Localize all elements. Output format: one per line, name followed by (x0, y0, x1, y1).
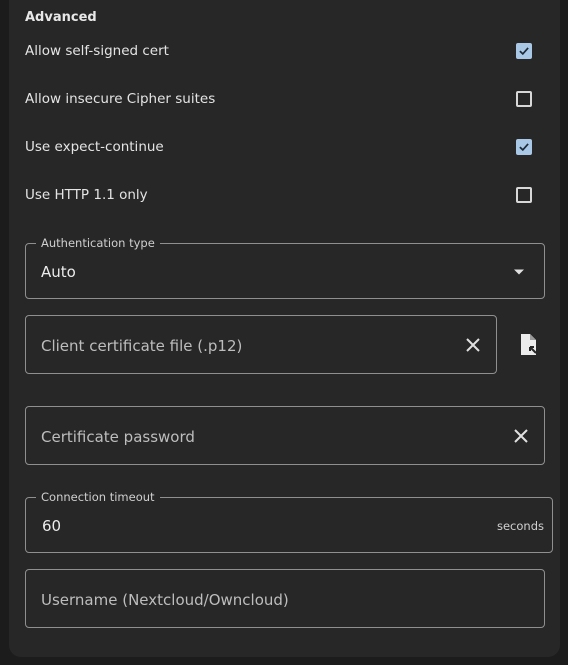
connection-timeout-value: 60 (42, 517, 62, 535)
http11-checkbox[interactable] (516, 187, 532, 203)
auth-type-dropdown[interactable]: Authentication type Auto (25, 236, 545, 299)
expect-continue-checkbox[interactable] (516, 139, 532, 155)
username-field[interactable]: Username (Nextcloud/Owncloud) (25, 569, 545, 628)
insecure-cipher-checkbox[interactable] (516, 91, 532, 107)
username-placeholder: Username (Nextcloud/Owncloud) (41, 591, 289, 609)
toggle-row-self-signed[interactable]: Allow self-signed cert (25, 33, 535, 69)
clear-cert-password-button[interactable] (509, 424, 533, 448)
toggle-row-http11[interactable]: Use HTTP 1.1 only (25, 177, 535, 213)
toggle-label: Use expect-continue (25, 139, 164, 155)
auth-type-legend: Authentication type (36, 236, 160, 250)
client-cert-placeholder: Client certificate file (.p12) (41, 337, 243, 355)
clear-client-cert-button[interactable] (461, 333, 485, 357)
toggle-row-expect-continue[interactable]: Use expect-continue (25, 129, 535, 165)
check-icon (519, 143, 529, 152)
close-icon (466, 338, 480, 352)
cert-password-placeholder: Certificate password (41, 428, 195, 446)
timeout-unit-suffix: seconds (496, 519, 544, 533)
toggle-label: Use HTTP 1.1 only (25, 187, 148, 203)
pick-certificate-file-button[interactable] (517, 333, 541, 357)
close-icon (514, 429, 528, 443)
caret-down-icon (514, 269, 524, 275)
auth-type-value: Auto (41, 263, 76, 281)
toggle-row-insecure-cipher[interactable]: Allow insecure Cipher suites (25, 81, 535, 117)
connection-timeout-legend: Connection timeout (36, 490, 160, 504)
client-cert-field[interactable]: Client certificate file (.p12) (25, 315, 497, 374)
connection-timeout-field[interactable]: Connection timeout 60 seconds (25, 490, 553, 553)
check-icon (519, 47, 529, 56)
file-open-icon (521, 334, 537, 355)
self-signed-checkbox[interactable] (516, 43, 532, 59)
cert-password-field[interactable]: Certificate password (25, 406, 545, 465)
section-title: Advanced (25, 10, 97, 25)
toggle-label: Allow insecure Cipher suites (25, 91, 216, 107)
toggle-label: Allow self-signed cert (25, 43, 169, 59)
